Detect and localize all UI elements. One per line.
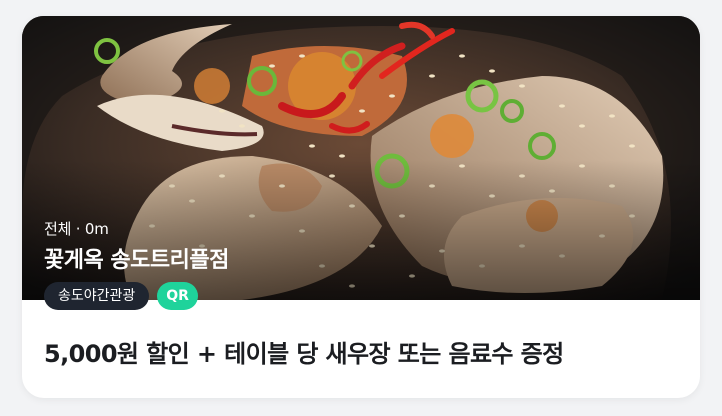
- photo-gradient-overlay: [22, 160, 700, 300]
- tag-list: 송도야간관광 QR: [44, 282, 198, 310]
- area-tag: 송도야간관광: [44, 282, 150, 310]
- benefit-text: 5,000원 할인 + 테이블 당 새우장 또는 음료수 증정: [44, 340, 564, 368]
- store-card[interactable]: 전체 · 0m 꽃게옥 송도트리플점 송도야간관광 QR 5,000원 할인 +…: [22, 16, 700, 398]
- store-meta: 전체 · 0m: [44, 220, 109, 238]
- store-name[interactable]: 꽃게옥 송도트리플점: [44, 242, 229, 274]
- qr-badge: QR: [157, 282, 198, 310]
